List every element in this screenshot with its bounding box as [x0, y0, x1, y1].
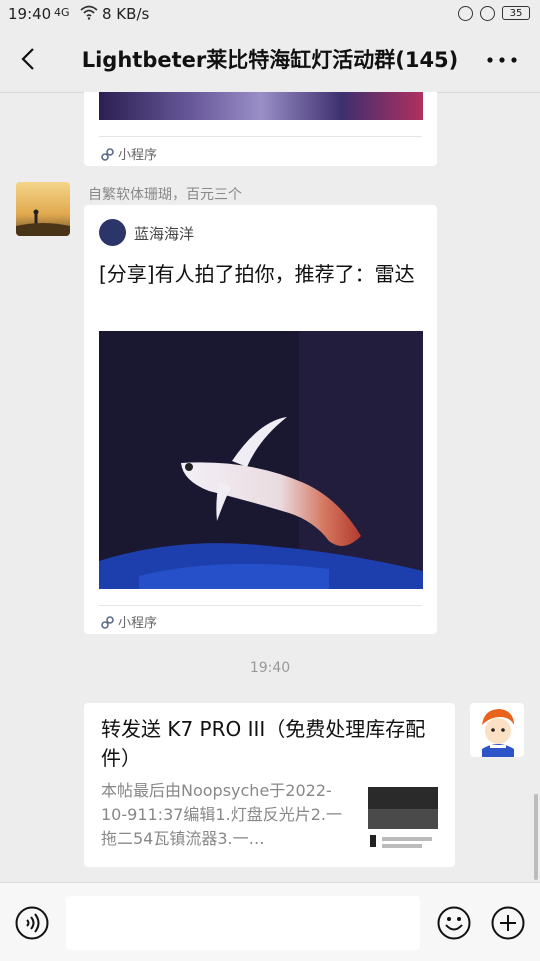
network-speed: 8 KB/s — [102, 5, 150, 23]
card-divider — [99, 136, 422, 137]
sender-name: 自繁软体珊瑚，百元三个 — [88, 187, 242, 203]
chat-header: Lightbeter莱比特海缸灯活动群(145) — [0, 28, 540, 93]
voice-input-icon[interactable] — [15, 906, 49, 940]
status-bar: 19:40 4G 8 KB/s 35 — [0, 0, 540, 28]
link-card[interactable]: 转发送 K7 PRO III（免费处理库存配件） 本帖最后由Noopsyche于… — [84, 703, 455, 867]
mini-program-card-shared[interactable]: 蓝海海洋 [分享]有人拍了拍你，推荐了：雷达 小程序 — [84, 205, 437, 634]
silhouette-icon — [16, 209, 70, 236]
sender-avatar[interactable] — [16, 182, 70, 236]
lock-rotation-icon — [480, 6, 495, 21]
link-thumbnail — [368, 787, 438, 853]
scrollbar[interactable] — [534, 794, 538, 880]
status-time: 19:40 — [8, 5, 52, 23]
emoji-icon[interactable] — [437, 906, 471, 940]
mini-program-label: 小程序 — [101, 144, 157, 163]
dnd-icon — [458, 6, 473, 21]
app-logo — [99, 219, 126, 246]
link-excerpt: 本帖最后由Noopsyche于2022-10-911:37编辑1.灯盘反光片2.… — [101, 781, 342, 848]
mini-program-icon — [101, 148, 114, 161]
chat-title: Lightbeter莱比特海缸灯活动群(145) — [81, 48, 459, 72]
mini-program-icon — [101, 616, 114, 629]
back-arrow-icon[interactable] — [16, 46, 42, 72]
more-options-icon[interactable] — [486, 56, 518, 64]
link-title: 转发送 K7 PRO III（免费处理库存配件） — [101, 717, 426, 770]
message-input[interactable] — [66, 896, 420, 950]
plus-icon[interactable] — [491, 906, 525, 940]
card-image — [99, 92, 423, 120]
wifi-icon — [80, 5, 98, 20]
card-divider — [99, 605, 422, 606]
cartoon-avatar-icon — [482, 709, 514, 757]
own-avatar[interactable] — [470, 703, 524, 757]
signal-indicator: 4G — [54, 6, 70, 19]
fish-image — [99, 331, 423, 589]
mini-program-label: 小程序 — [101, 612, 157, 631]
message-timestamp: 19:40 — [249, 660, 291, 676]
app-name: 蓝海海洋 — [134, 225, 195, 243]
share-title: [分享]有人拍了拍你，推荐了：雷达 — [99, 262, 415, 286]
mini-program-card[interactable]: 小程序 — [84, 92, 437, 166]
input-bar — [0, 882, 540, 961]
battery-icon: 35 — [502, 6, 530, 20]
